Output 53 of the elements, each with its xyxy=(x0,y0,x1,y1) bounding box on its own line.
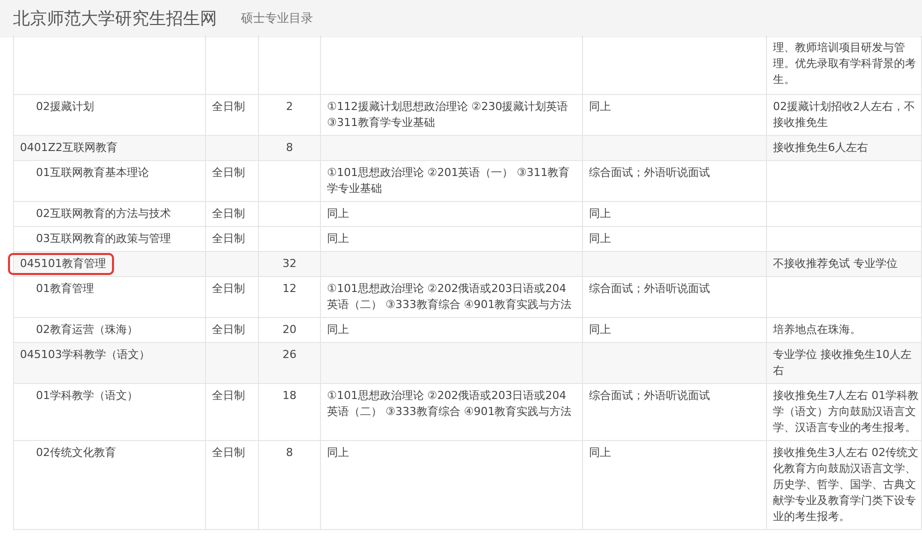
table-cell: 全日制 xyxy=(212,388,245,404)
table-cell: 同上 xyxy=(589,231,611,247)
site-title[interactable]: 北京师范大学研究生招生网 xyxy=(13,6,217,30)
table-cell: 8 xyxy=(286,140,293,156)
direction-name: 01学科教学（语文） xyxy=(35,388,139,404)
direction-name: 02教育运营（珠海） xyxy=(35,322,139,338)
direction-name: 02互联网教育的方法与技术 xyxy=(35,206,172,222)
table-cell: 同上 xyxy=(589,322,611,338)
direction-name: 01互联网教育基本理论 xyxy=(35,165,150,181)
table-cell: 32 xyxy=(282,256,296,272)
table-cell: 同上 xyxy=(589,206,611,222)
table-cell: 同上 xyxy=(589,99,611,115)
table-cell: 2 xyxy=(286,99,293,115)
table-cell: 12 xyxy=(282,281,296,297)
table-cell: 综合面试；外语听说面试 xyxy=(589,165,710,181)
table-cell: 同上 xyxy=(327,206,349,222)
table-cell: 18 xyxy=(282,388,296,404)
direction-name: 01教育管理 xyxy=(35,281,95,297)
table-cell: 8 xyxy=(286,445,293,461)
direction-name: 03互联网教育的政策与管理 xyxy=(35,231,172,247)
table-cell-text: ①101思想政治理论 ②201英语（一） ③311教育学专业基础 xyxy=(327,165,571,197)
table-cell: 20 xyxy=(282,322,296,338)
table-cell-text: ①101思想政治理论 ②202俄语或203日语或204英语（二） ③333教育综合 ④901教育实践与方法 xyxy=(327,281,573,313)
table-cell: 全日制 xyxy=(212,206,245,222)
major-name: 045103学科教学（语文） xyxy=(19,347,151,363)
table-cell: 全日制 xyxy=(212,99,245,115)
table-cell: 接收推免生3人左右 02传统文化教育方向鼓励汉语言文学、历史学、哲学、国学、古典文献学专业及教育学门类下设专业的考生报考。 xyxy=(773,445,919,525)
table-cell: 不接收推荐免试 专业学位 xyxy=(773,256,898,272)
direction-name: 02传统文化教育 xyxy=(35,445,117,461)
table-cell: 同上 xyxy=(327,231,349,247)
table-cell: 接收推免生7人左右 01学科教学（语文）方向鼓励汉语言文学、汉语言专业的考生报考。 xyxy=(773,388,919,436)
table-cell: 综合面试；外语听说面试 xyxy=(589,388,710,404)
table-cell: 同上 xyxy=(327,445,349,461)
major-name: 0401Z2互联网教育 xyxy=(19,140,119,156)
table-cell: 全日制 xyxy=(212,322,245,338)
page-title: 硕士专业目录 xyxy=(241,10,313,26)
direction-name: 02援藏计划 xyxy=(35,99,95,115)
major-name: 045101教育管理 xyxy=(8,253,114,275)
table-cell: 接收推免生6人左右 xyxy=(773,140,868,156)
table-cell: 同上 xyxy=(589,445,611,461)
table-cell: 全日制 xyxy=(212,231,245,247)
table-cell: 全日制 xyxy=(212,165,245,181)
table-cell: 同上 xyxy=(327,322,349,338)
table-cell: 全日制 xyxy=(212,281,245,297)
table-cell-text: 专业学位 接收推免生10人左右 xyxy=(773,347,912,379)
table-cell: 综合面试；外语听说面试 xyxy=(589,281,710,297)
table-cell: 26 xyxy=(282,347,296,363)
table-cell: 全日制 xyxy=(212,445,245,461)
table-cell-text: ①101思想政治理论 ②202俄语或203日语或204英语（二） ③333教育综合 ④901教育实践与方法 xyxy=(327,388,573,420)
table-cell: 培养地点在珠海。 xyxy=(773,322,861,338)
table-cell-text: ①112援藏计划思想政治理论 ②230援藏计划英语 ③311教育学专业基础 xyxy=(327,99,570,131)
table-cell-text: 02援藏计划招收2人左右，不接收推免生 xyxy=(773,99,916,131)
table-cell-text: 理、教师培训项目研发与管理。优先录取有学科背景的考生。 xyxy=(773,40,917,88)
